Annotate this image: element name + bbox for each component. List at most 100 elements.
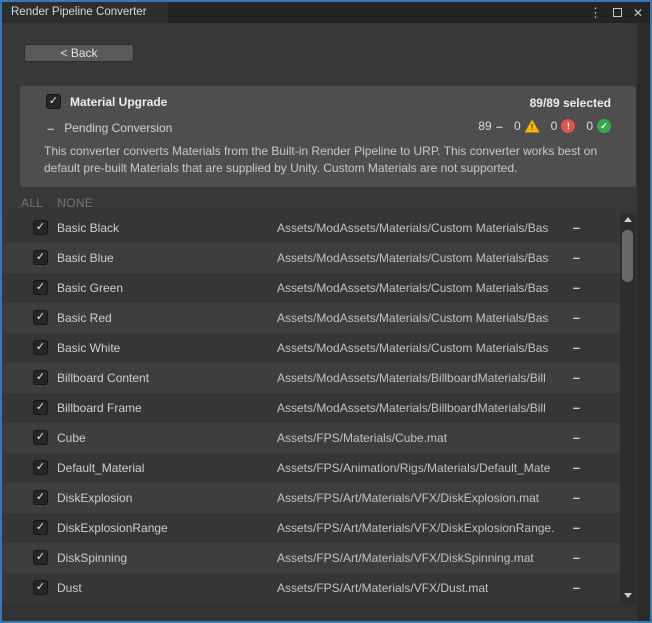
pending-conversion-label: Pending Conversion <box>64 121 172 135</box>
item-name: Cube <box>57 431 86 445</box>
table-row[interactable]: ✓ Cube Assets/FPS/Materials/Cube.mat – <box>2 423 620 453</box>
kebab-menu-icon[interactable]: ⋮ <box>589 6 602 19</box>
table-row[interactable]: ✓ Billboard Frame Assets/ModAssets/Mater… <box>2 393 620 423</box>
row-checkbox[interactable]: ✓ <box>33 520 48 535</box>
item-path: Assets/ModAssets/Materials/Custom Materi… <box>277 311 548 325</box>
table-row[interactable]: ✓ Basic Blue Assets/ModAssets/Materials/… <box>2 243 620 273</box>
converter-checkbox[interactable]: ✓ <box>46 94 61 109</box>
pending-count: 89 <box>478 119 491 133</box>
table-row[interactable]: ✓ Basic White Assets/ModAssets/Materials… <box>2 333 620 363</box>
close-icon[interactable]: ✕ <box>633 7 643 19</box>
window-body: < Back ✓ Material Upgrade 89/89 selected… <box>2 23 650 621</box>
pending-status-icon: – <box>573 370 580 386</box>
pending-status-icon: – <box>573 430 580 446</box>
item-name: DiskSpinning <box>57 551 127 565</box>
pending-status-icon: – <box>573 340 580 356</box>
row-checkbox[interactable]: ✓ <box>33 340 48 355</box>
item-path: Assets/FPS/Animation/Rigs/Materials/Defa… <box>277 461 550 475</box>
titlebar: Render Pipeline Converter ⋮ ✕ <box>2 2 650 23</box>
pending-conversion-row: – Pending Conversion <box>47 121 172 135</box>
item-path: Assets/ModAssets/Materials/Custom Materi… <box>277 221 548 235</box>
row-checkbox[interactable]: ✓ <box>33 280 48 295</box>
item-name: Billboard Content <box>57 371 149 385</box>
pending-count-group: 89 – <box>478 119 503 133</box>
item-name: Basic Blue <box>57 251 114 265</box>
item-path: Assets/ModAssets/Materials/Custom Materi… <box>277 251 548 265</box>
item-path: Assets/ModAssets/Materials/Custom Materi… <box>277 341 548 355</box>
item-path: Assets/FPS/Art/Materials/VFX/Dust.mat <box>277 581 488 595</box>
pending-status-icon: – <box>573 250 580 266</box>
item-name: Basic White <box>57 341 120 355</box>
converter-info-panel: ✓ Material Upgrade 89/89 selected – Pend… <box>20 86 636 187</box>
scrollbar-thumb[interactable] <box>622 230 633 282</box>
row-checkbox[interactable]: ✓ <box>33 460 48 475</box>
maximize-icon[interactable] <box>613 8 622 17</box>
item-path: Assets/ModAssets/Materials/Custom Materi… <box>277 281 548 295</box>
pending-status-icon: – <box>573 460 580 476</box>
item-name: Dust <box>57 581 82 595</box>
error-icon: ! <box>561 119 575 133</box>
table-row[interactable]: ✓ Default_Material Assets/FPS/Animation/… <box>2 453 620 483</box>
item-path: Assets/FPS/Materials/Cube.mat <box>277 431 447 445</box>
selection-shortcuts: ALL NONE <box>21 196 93 210</box>
item-name: Basic Black <box>57 221 119 235</box>
item-path: Assets/FPS/Art/Materials/VFX/DiskExplosi… <box>277 521 554 535</box>
window-scroll-gutter <box>637 23 650 621</box>
row-checkbox[interactable]: ✓ <box>33 580 48 595</box>
warning-count: 0 <box>514 119 521 133</box>
table-row[interactable]: ✓ Dust Assets/FPS/Art/Materials/VFX/Dust… <box>2 573 620 603</box>
row-checkbox[interactable]: ✓ <box>33 370 48 385</box>
item-path: Assets/FPS/Art/Materials/VFX/DiskSpinnin… <box>277 551 534 565</box>
tab-render-pipeline-converter[interactable]: Render Pipeline Converter <box>2 2 168 23</box>
pending-status-icon: – <box>573 520 580 536</box>
back-button[interactable]: < Back <box>24 44 134 62</box>
row-checkbox[interactable]: ✓ <box>33 220 48 235</box>
item-name: Basic Green <box>57 281 123 295</box>
table-row[interactable]: ✓ Basic Green Assets/ModAssets/Materials… <box>2 273 620 303</box>
row-checkbox[interactable]: ✓ <box>33 400 48 415</box>
row-checkbox[interactable]: ✓ <box>33 490 48 505</box>
pending-status-icon: – <box>573 310 580 326</box>
pending-status-icon: – <box>573 490 580 506</box>
row-checkbox[interactable]: ✓ <box>33 430 48 445</box>
success-count-group: 0 ✓ <box>586 119 611 133</box>
table-row[interactable]: ✓ DiskSpinning Assets/FPS/Art/Materials/… <box>2 543 620 573</box>
table-row[interactable]: ✓ DiskExplosion Assets/FPS/Art/Materials… <box>2 483 620 513</box>
status-counts: 89 – 0 ! 0 ! 0 ✓ <box>478 119 611 133</box>
error-count-group: 0 ! <box>551 119 576 133</box>
table-row[interactable]: ✓ Billboard Content Assets/ModAssets/Mat… <box>2 363 620 393</box>
table-row[interactable]: ✓ DiskExplosionRange Assets/FPS/Art/Mate… <box>2 513 620 543</box>
list-scrollbar[interactable] <box>620 213 636 603</box>
window-controls: ⋮ ✕ <box>589 2 643 23</box>
select-none-button[interactable]: NONE <box>57 196 93 210</box>
row-checkbox[interactable]: ✓ <box>33 250 48 265</box>
selected-count-label: 89/89 selected <box>530 96 611 110</box>
table-row[interactable]: ✓ Basic Red Assets/ModAssets/Materials/C… <box>2 303 620 333</box>
item-name: DiskExplosion <box>57 491 132 505</box>
item-name: Billboard Frame <box>57 401 142 415</box>
scrollbar-up-arrow-icon[interactable] <box>624 217 632 222</box>
pending-status-icon: – <box>573 280 580 296</box>
item-name: Basic Red <box>57 311 112 325</box>
item-name: Default_Material <box>57 461 144 475</box>
error-count: 0 <box>551 119 558 133</box>
pending-dash-icon: – <box>47 122 54 135</box>
warning-count-group: 0 ! <box>514 119 540 133</box>
item-path: Assets/ModAssets/Materials/BillboardMate… <box>277 371 546 385</box>
select-all-button[interactable]: ALL <box>21 196 43 210</box>
pending-status-icon: – <box>573 550 580 566</box>
material-list: ✓ Basic Black Assets/ModAssets/Materials… <box>2 213 620 603</box>
success-count: 0 <box>586 119 593 133</box>
success-icon: ✓ <box>597 119 611 133</box>
render-pipeline-converter-window: Render Pipeline Converter ⋮ ✕ < Back ✓ M… <box>0 0 652 623</box>
table-row[interactable]: ✓ Basic Black Assets/ModAssets/Materials… <box>2 213 620 243</box>
pending-status-icon: – <box>573 400 580 416</box>
item-path: Assets/ModAssets/Materials/BillboardMate… <box>277 401 546 415</box>
list-bottom-spacer <box>2 603 636 621</box>
row-checkbox[interactable]: ✓ <box>33 550 48 565</box>
scrollbar-down-arrow-icon[interactable] <box>624 593 632 598</box>
converter-description: This converter converts Materials from t… <box>44 143 622 177</box>
warning-icon: ! <box>525 120 540 133</box>
row-checkbox[interactable]: ✓ <box>33 310 48 325</box>
pending-status-icon: – <box>573 580 580 596</box>
